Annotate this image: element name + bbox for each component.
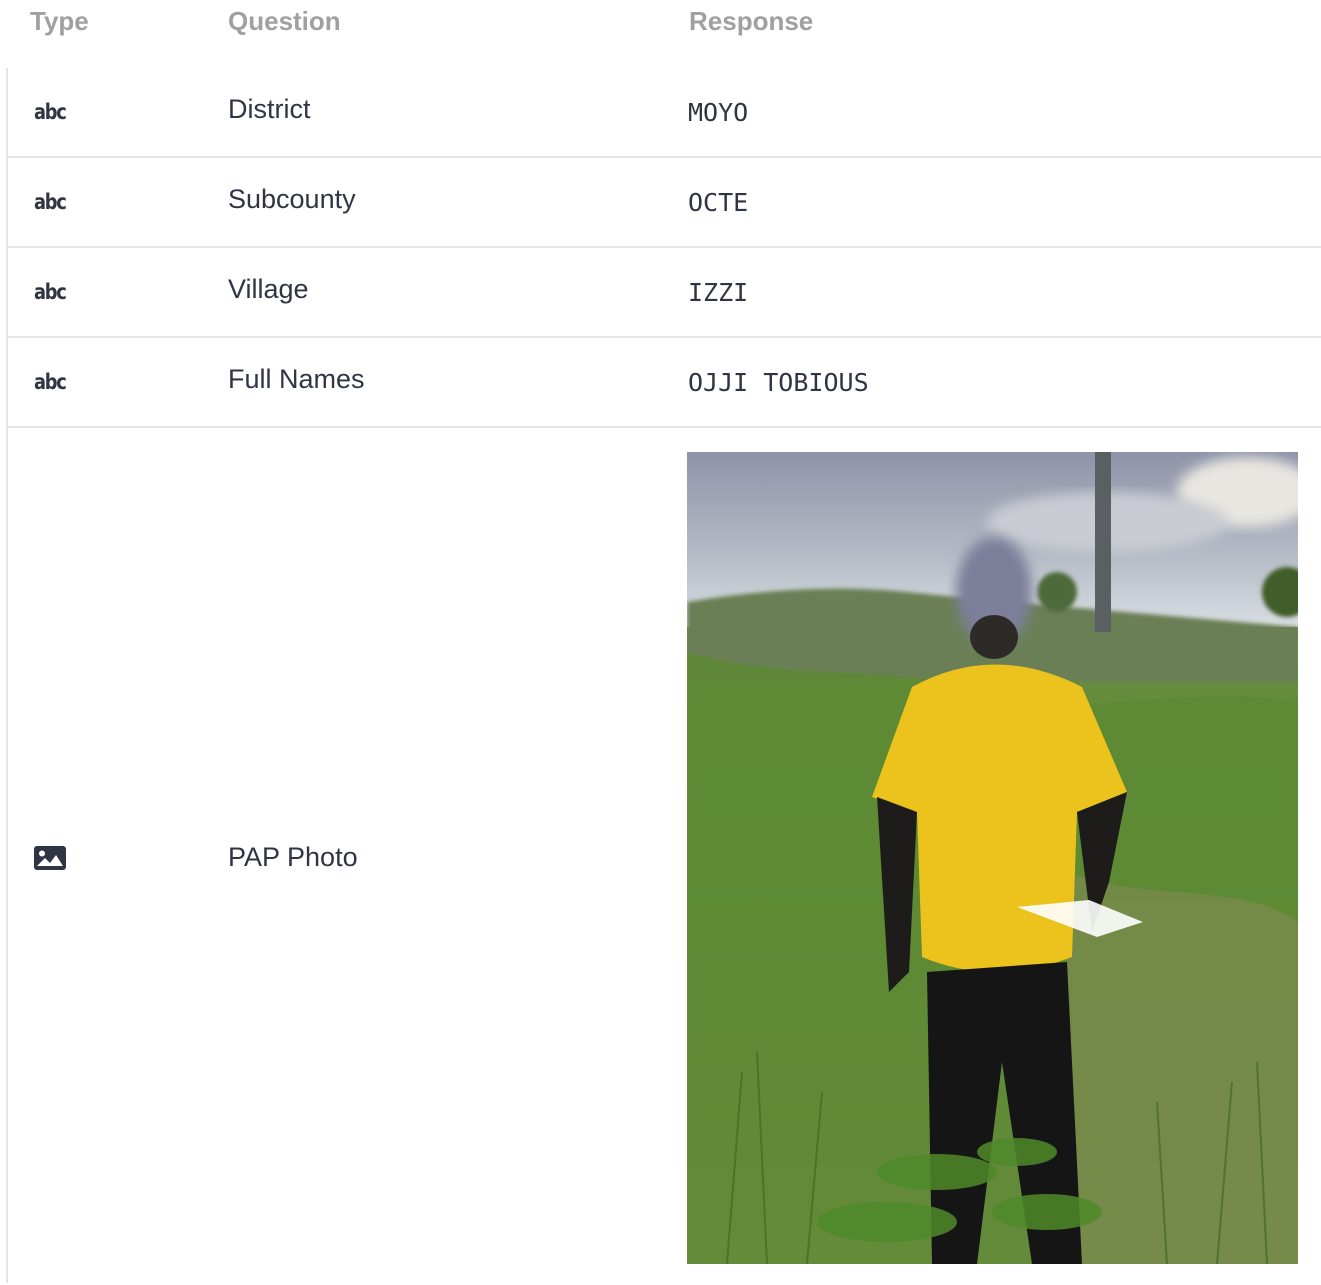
image-icon [34,846,68,872]
column-header-response: Response [689,6,814,36]
question-label: Village [228,274,309,304]
pap-photo[interactable] [687,452,1298,1264]
response-value: OCTE [688,188,749,217]
response-value: OJJI TOBIOUS [688,368,869,397]
column-header-type: Type [30,6,89,36]
response-table: abc District MOYO abc Subcounty OCTE abc… [8,68,1321,1285]
table-row: abc Full Names OJJI TOBIOUS [8,338,1321,428]
response-value: IZZI [688,278,749,307]
table-row-photo: PAP Photo [8,428,1321,1285]
table-row: abc Village IZZI [8,248,1321,338]
response-value: MOYO [688,98,749,127]
column-header-question: Question [228,6,341,36]
text-type-icon: abc [34,280,67,304]
text-type-icon: abc [34,370,67,394]
question-label: Subcounty [228,184,356,214]
table-row: abc District MOYO [8,68,1321,158]
question-label: PAP Photo [228,842,358,872]
table-header: Type Question Response [0,0,1321,68]
table-row: abc Subcounty OCTE [8,158,1321,248]
question-label: District [228,94,311,124]
text-type-icon: abc [34,100,67,124]
text-type-icon: abc [34,190,67,214]
question-label: Full Names [228,364,365,394]
